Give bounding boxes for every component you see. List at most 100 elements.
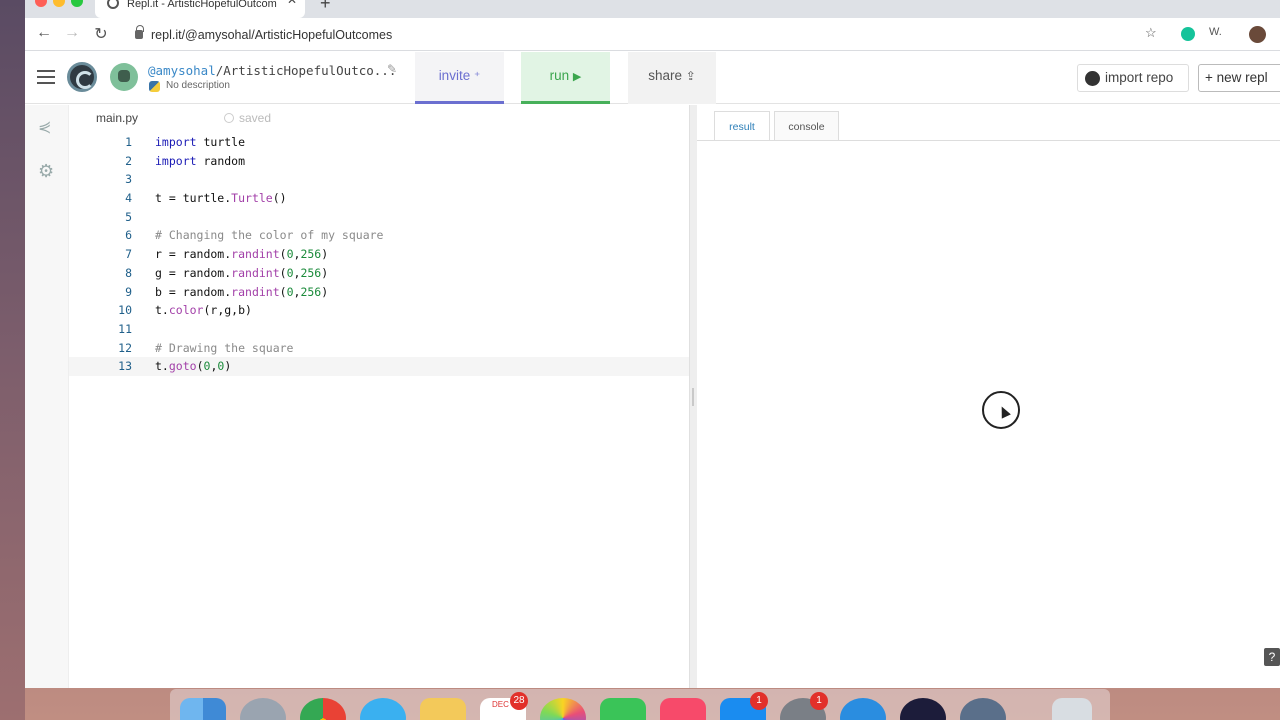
browser-tab[interactable]: Repl.it - ArtisticHopefulOutcom ✕ [95,0,305,18]
profile-avatar[interactable] [1249,26,1266,43]
code-line[interactable]: 4 t = turtle.Turtle() [69,189,689,208]
code-text: r = random.randint(0,256) [155,247,329,262]
project-title[interactable]: @amysohal/ArtisticHopefulOutco... [148,63,396,78]
code-line[interactable]: 11 [69,320,689,339]
code-line-active[interactable]: 13 t.goto(0,0) [69,357,689,376]
code-line[interactable]: 1 import turtle [69,133,689,152]
code-line[interactable]: 2 import random [69,152,689,171]
siri-icon[interactable] [900,698,946,720]
code-line[interactable]: 10 t.color(r,g,b) [69,301,689,320]
close-window-button[interactable] [35,0,47,7]
splitter-grip[interactable] [692,388,694,406]
run-label: run [549,68,570,83]
grammarly-extension-icon[interactable] [1181,27,1195,41]
facetime-icon[interactable] [600,698,646,720]
project-description[interactable]: No description [166,80,230,91]
play-icon: ▶ [572,71,582,83]
saved-status: saved [224,111,271,125]
reload-icon[interactable]: ↻ [91,24,111,44]
tab-title: Repl.it - ArtisticHopefulOutcom [127,0,277,10]
browser-window: Repl.it - ArtisticHopefulOutcom ✕ + ← → … [25,0,1280,688]
saved-label: saved [239,111,272,125]
chrome-icon[interactable] [300,698,346,720]
import-repo-label: import repo [1105,70,1174,85]
files-share-icon[interactable]: ⋞ [38,117,51,137]
code-text: # Drawing the square [155,340,294,355]
file-tab-main[interactable]: main.py [96,111,138,125]
avatar[interactable] [110,63,138,91]
code-line[interactable]: 8 g = random.randint(0,256) [69,264,689,283]
app-store-icon[interactable]: 1 [720,692,768,720]
import-repo-button[interactable]: import repo [1077,64,1189,92]
system-preferences-icon[interactable]: 1 [780,692,828,720]
lock-icon [135,25,144,39]
code-line[interactable]: 12 # Drawing the square [69,339,689,358]
code-text: g = random.randint(0,256) [155,265,329,280]
edit-pencil-icon[interactable]: ✎ [387,62,397,76]
code-editor[interactable]: main.py saved 1 import turtle 2 import ran… [69,105,705,688]
close-tab-icon[interactable]: ✕ [287,0,297,6]
settings-badge: 1 [810,692,828,710]
left-sidebar: ⋞ ⚙ [25,105,69,688]
line-number: 2 [125,153,132,168]
menu-icon[interactable] [37,70,55,84]
line-number: 5 [125,209,132,224]
forward-icon[interactable]: → [62,24,82,42]
code-line[interactable]: 9 b = random.randint(0,256) [69,283,689,302]
maximize-window-button[interactable] [71,0,83,7]
share-button[interactable]: share ⇪ [628,52,716,104]
code-text: import random [155,153,246,168]
code-line[interactable]: 6 # Changing the color of my square [69,226,689,245]
code-text: import turtle [155,135,246,149]
macos-dock: DEC 28 1 1 [170,689,1110,720]
calendar-month: DEC [492,700,509,709]
invite-button[interactable]: invite ⁺ [415,52,504,104]
url-text: repl.it/@amysohal/ArtisticHopefulOutcome… [151,28,393,42]
minimize-window-button[interactable] [53,0,65,7]
pages-icon[interactable] [420,698,466,720]
saved-history-icon [224,113,234,123]
code-line[interactable]: 7 r = random.randint(0,256) [69,245,689,264]
replit-logo[interactable] [67,62,97,92]
help-button[interactable]: ? [1264,648,1280,666]
add-user-icon: ⁺ [473,69,481,83]
bookmark-star-icon[interactable]: ☆ [1145,25,1157,41]
github-icon [1085,71,1100,86]
line-number: 4 [125,191,132,206]
code-line[interactable]: 5 [69,208,689,227]
line-number: 10 [118,303,132,318]
repl-header: @amysohal/ArtisticHopefulOutco... ✎ No d… [25,52,1280,104]
desktop-background [0,0,25,720]
photos-icon[interactable] [540,698,586,720]
code-text: t = turtle.Turtle() [155,191,287,206]
project-name: /ArtisticHopefulOutco... [215,63,397,78]
finder-icon[interactable] [180,698,226,720]
music-icon[interactable] [660,698,706,720]
code-line[interactable]: 3 [69,170,689,189]
line-number: 8 [125,265,132,280]
new-repl-button[interactable]: + new repl [1198,64,1280,92]
safari-icon[interactable] [840,698,886,720]
code-text: t.goto(0,0) [155,359,232,374]
w-extension-icon[interactable]: W. [1209,26,1222,38]
tab-result[interactable]: result [714,111,770,141]
back-icon[interactable]: ← [34,24,54,42]
line-number: 3 [125,172,132,187]
calendar-icon[interactable]: DEC 28 [480,692,528,720]
trash-icon[interactable] [1052,698,1092,720]
tab-divider [697,140,1280,141]
code-lines[interactable]: 1 import turtle 2 import random 3 4 t = tur… [69,133,689,376]
tab-console[interactable]: console [774,111,839,141]
screen-recorder-icon[interactable] [960,698,1006,720]
address-bar[interactable]: repl.it/@amysohal/ArtisticHopefulOutcome… [125,24,1165,46]
launchpad-icon[interactable] [240,698,286,720]
run-button[interactable]: run ▶ [521,52,610,104]
pane-splitter[interactable] [689,105,697,688]
code-text: b = random.randint(0,256) [155,284,329,299]
safari-blue-icon[interactable] [360,698,406,720]
python-icon [149,81,160,92]
new-repl-label: + new repl [1205,70,1268,85]
new-tab-button[interactable]: + [320,0,331,14]
settings-gear-icon[interactable]: ⚙ [38,161,54,182]
app-store-badge: 1 [750,692,768,710]
